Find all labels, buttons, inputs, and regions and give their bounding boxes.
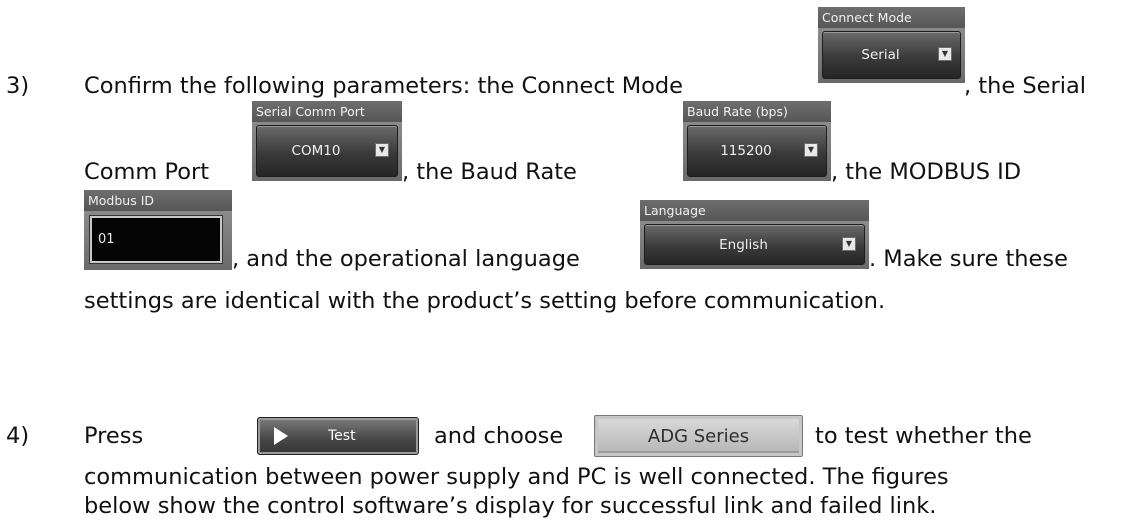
modbus-id-label: Modbus ID — [84, 190, 232, 211]
modbus-id-widget: Modbus ID 01 — [84, 190, 232, 270]
step-3-text-line3a: , and the operational language — [232, 246, 580, 272]
test-button-label: Test — [328, 428, 356, 444]
serial-comm-port-value: COM10 — [291, 143, 341, 159]
dropdown-arrow-icon[interactable]: ▼ — [375, 143, 389, 157]
step-3-text-line2a: Comm Port — [84, 159, 210, 185]
step-3-text-line4: settings are identical with the product’… — [84, 288, 886, 314]
dropdown-arrow-icon[interactable]: ▼ — [938, 47, 952, 61]
connect-mode-widget: Connect Mode Serial ▼ — [818, 7, 965, 83]
connect-mode-select[interactable]: Serial ▼ — [822, 31, 961, 79]
step-4-text-line2: communication between power supply and P… — [84, 464, 949, 490]
step-3-text-line2c: , the MODBUS ID — [831, 159, 1022, 185]
dropdown-arrow-icon[interactable]: ▼ — [804, 143, 818, 157]
serial-comm-port-select[interactable]: COM10 ▼ — [256, 125, 398, 177]
step-3-number: 3) — [6, 73, 30, 99]
step-4-text-line1a: Press — [84, 423, 144, 449]
language-select[interactable]: English ▼ — [644, 224, 865, 265]
play-icon — [274, 427, 288, 445]
baud-rate-widget: Baud Rate (bps) 115200 ▼ — [683, 101, 831, 181]
step-3-text-line1a: Confirm the following parameters: the Co… — [84, 73, 684, 99]
step-4-text-line3: below show the control software’s displa… — [84, 493, 937, 519]
baud-rate-label: Baud Rate (bps) — [683, 101, 831, 122]
language-label: Language — [640, 200, 869, 221]
language-widget: Language English ▼ — [640, 200, 869, 269]
language-value: English — [719, 236, 768, 253]
step-3-text-line3b: . Make sure these — [869, 246, 1068, 272]
step-3-text-line2b: , the Baud Rate — [402, 159, 577, 185]
modbus-id-field[interactable]: 01 — [90, 216, 222, 263]
adg-series-button[interactable]: ADG Series — [594, 415, 803, 457]
connect-mode-label: Connect Mode — [818, 7, 965, 28]
serial-comm-port-widget: Serial Comm Port COM10 ▼ — [252, 101, 402, 181]
test-button[interactable]: Test — [257, 417, 419, 455]
step-4-text-line1b: and choose — [434, 423, 564, 449]
dropdown-arrow-icon[interactable]: ▼ — [842, 236, 856, 251]
step-3-text-line1b: , the Serial — [964, 73, 1087, 99]
baud-rate-value: 115200 — [720, 143, 772, 159]
step-4-number: 4) — [6, 423, 30, 449]
connect-mode-value: Serial — [861, 47, 900, 63]
serial-comm-port-label: Serial Comm Port — [252, 101, 402, 122]
step-4-text-line1c: to test whether the — [815, 423, 1032, 449]
baud-rate-select[interactable]: 115200 ▼ — [687, 125, 827, 177]
